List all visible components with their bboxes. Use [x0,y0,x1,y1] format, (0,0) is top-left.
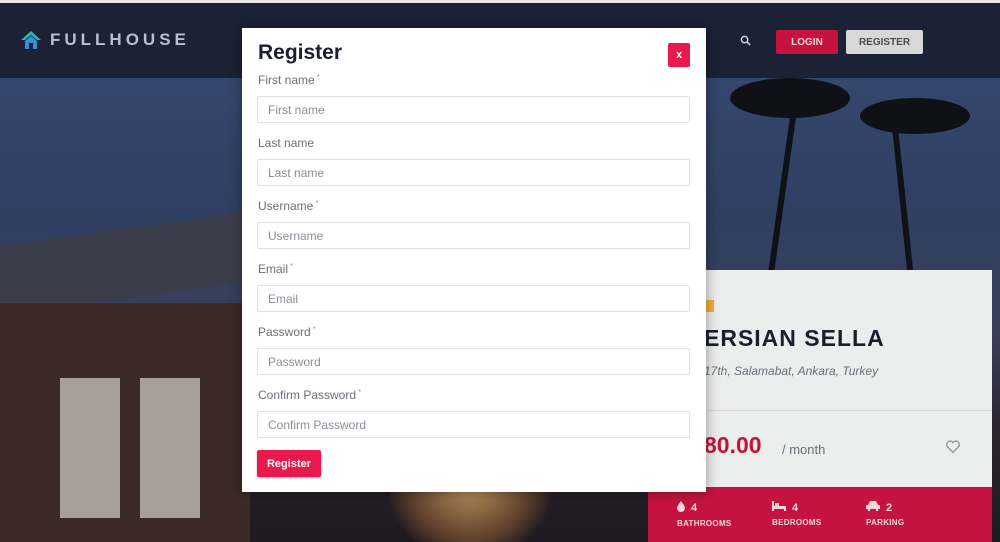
required-mark: * [312,325,316,334]
confirm-password-label: Confirm Password * [258,388,362,402]
password-field[interactable] [257,348,690,375]
username-field[interactable] [257,222,690,249]
modal-title: Register [258,41,343,64]
first-name-label: First name * [258,73,320,87]
confirm-password-field[interactable] [257,411,690,438]
first-name-field[interactable] [257,96,690,123]
email-field[interactable] [257,285,690,312]
email-label: Email * [258,262,294,276]
required-mark: * [358,388,362,397]
close-button[interactable]: x [668,43,690,67]
last-name-label: Last name [258,136,315,150]
register-modal: Register x First name* Last name Usernam… [242,28,706,492]
username-label: Username * [258,199,319,213]
required-mark: * [290,262,294,271]
password-label: Password * [258,325,316,339]
last-name-field[interactable] [257,159,690,186]
required-mark: * [315,199,319,208]
register-submit-button[interactable]: Register [257,450,321,477]
required-mark: * [316,73,320,82]
